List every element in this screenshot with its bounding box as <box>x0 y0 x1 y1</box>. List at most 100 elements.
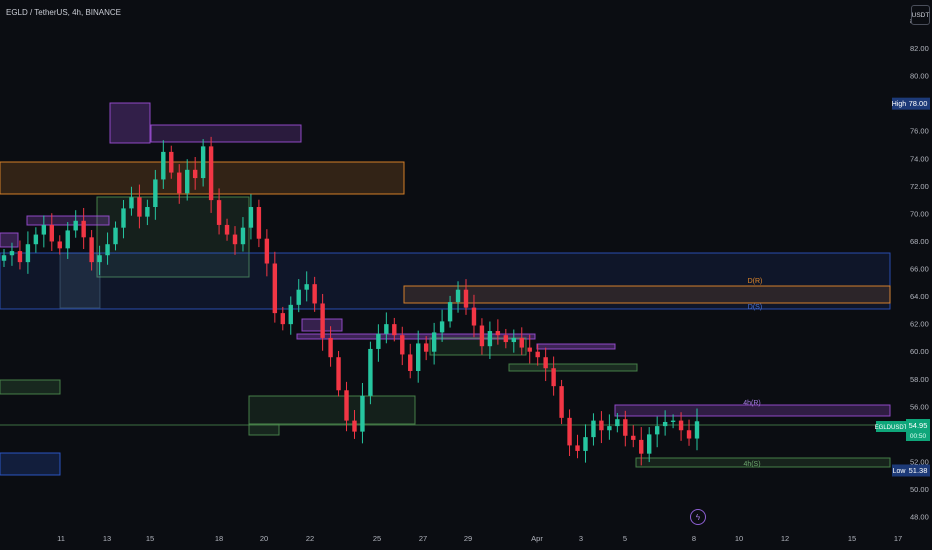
last-price-badge: 54.95 <box>909 421 928 430</box>
candle-body <box>153 179 158 208</box>
daily-resistance-zone <box>403 285 891 304</box>
price-tick-label: 56.00 <box>910 402 929 411</box>
time-tick-label: 10 <box>735 534 743 543</box>
candle-body <box>344 390 349 421</box>
price-tick-label: 60.00 <box>910 347 929 356</box>
price-chart[interactable]: D(R)D(S)4h(R)4h(S)48.0050.0052.0054.0056… <box>0 0 932 550</box>
supply-zone <box>109 102 151 144</box>
candle-body <box>89 237 94 263</box>
price-tick-label: 66.00 <box>910 265 929 274</box>
candle-body <box>256 207 262 239</box>
candle-body <box>9 251 15 256</box>
candle-body <box>471 307 477 326</box>
currency-button[interactable]: USDT <box>911 5 930 25</box>
candle-body <box>511 337 516 343</box>
candle-body <box>17 251 23 263</box>
candle-body <box>615 419 620 427</box>
candle-body <box>192 169 198 179</box>
candle-body <box>654 426 660 435</box>
candle-body <box>527 347 532 352</box>
time-tick-label: 17 <box>894 534 902 543</box>
time-tick-label: 22 <box>306 534 314 543</box>
candle-body <box>519 337 524 348</box>
high-badge-value: 78.00 <box>909 99 928 108</box>
candle-body <box>121 208 126 228</box>
candle-body <box>352 420 357 432</box>
candle-body <box>33 234 39 245</box>
time-tick-label: 20 <box>260 534 268 543</box>
price-tick-label: 72.00 <box>910 182 929 191</box>
lightning-icon[interactable]: ϟ <box>690 509 706 525</box>
supply-zone <box>536 343 616 350</box>
candle-body <box>423 343 429 352</box>
time-tick-label: 12 <box>781 534 789 543</box>
candle-body <box>639 439 644 454</box>
candle-body <box>487 331 493 347</box>
candle-body <box>495 331 501 336</box>
price-tick-label: 62.00 <box>910 320 929 329</box>
candle-body <box>304 284 309 290</box>
time-tick-label: 25 <box>373 534 381 543</box>
supply-zone <box>150 124 302 143</box>
candle-body <box>408 354 413 371</box>
time-tick-label: 11 <box>57 534 65 543</box>
countdown-badge: 00:50 <box>910 433 927 440</box>
candle-body <box>591 420 596 438</box>
candle-body <box>583 437 588 451</box>
candle-body <box>200 146 206 179</box>
demand-zone <box>248 395 416 425</box>
time-tick-label: 15 <box>848 534 856 543</box>
candle-body <box>392 324 397 336</box>
low-badge-label: Low <box>893 468 907 475</box>
candle-body <box>678 420 684 431</box>
candle-body <box>400 335 405 355</box>
candle-body <box>57 241 62 249</box>
candle-body <box>694 421 700 439</box>
chart-title: EGLD / TetherUS, 4h, BINANCE <box>6 8 122 17</box>
candle-body <box>551 368 556 387</box>
candle-body <box>607 426 612 431</box>
candle-body <box>463 289 469 308</box>
candle-body <box>312 284 317 304</box>
time-tick-label: 15 <box>146 534 154 543</box>
price-tick-label: 76.00 <box>910 127 929 136</box>
candle-body <box>145 207 150 217</box>
zone-label-d-s: D(S) <box>748 304 762 311</box>
candle-body <box>599 420 604 431</box>
candle-body <box>384 324 389 334</box>
candle-body <box>216 200 222 225</box>
candle-body <box>447 302 453 322</box>
price-tick-label: 64.00 <box>910 292 929 301</box>
candle-body <box>177 172 182 194</box>
candle-body <box>416 343 421 371</box>
candle-body <box>567 417 572 446</box>
candle-body <box>336 357 341 391</box>
price-tick-label: 58.00 <box>910 375 929 384</box>
price-tick-label: 74.00 <box>910 154 929 163</box>
price-tick-label: 70.00 <box>910 209 929 218</box>
candle-body <box>320 303 325 338</box>
time-tick-label: 18 <box>215 534 223 543</box>
candle-body <box>288 304 293 325</box>
zone-label-4h-r: 4h(R) <box>743 400 761 407</box>
candle-body <box>376 333 381 349</box>
candle-body <box>575 445 580 451</box>
supply-zone <box>0 232 19 248</box>
price-tick-label: 48.00 <box>910 513 929 522</box>
candle-body <box>479 325 485 347</box>
symbol-badge: EGLDUSDT <box>875 425 908 431</box>
high-badge-label: High <box>892 101 907 108</box>
candle-body <box>686 430 692 439</box>
time-tick-label: 13 <box>103 534 111 543</box>
candle-body <box>559 386 564 418</box>
candle-body <box>296 289 301 305</box>
candle-body <box>161 151 166 180</box>
candle-body <box>280 313 285 325</box>
candle-body <box>662 421 668 427</box>
time-tick-label: 5 <box>623 534 627 543</box>
candle-body <box>25 244 31 263</box>
candle-body <box>670 420 676 422</box>
candle-body <box>623 419 628 436</box>
candle-body <box>224 224 230 235</box>
candle-body <box>137 197 142 217</box>
